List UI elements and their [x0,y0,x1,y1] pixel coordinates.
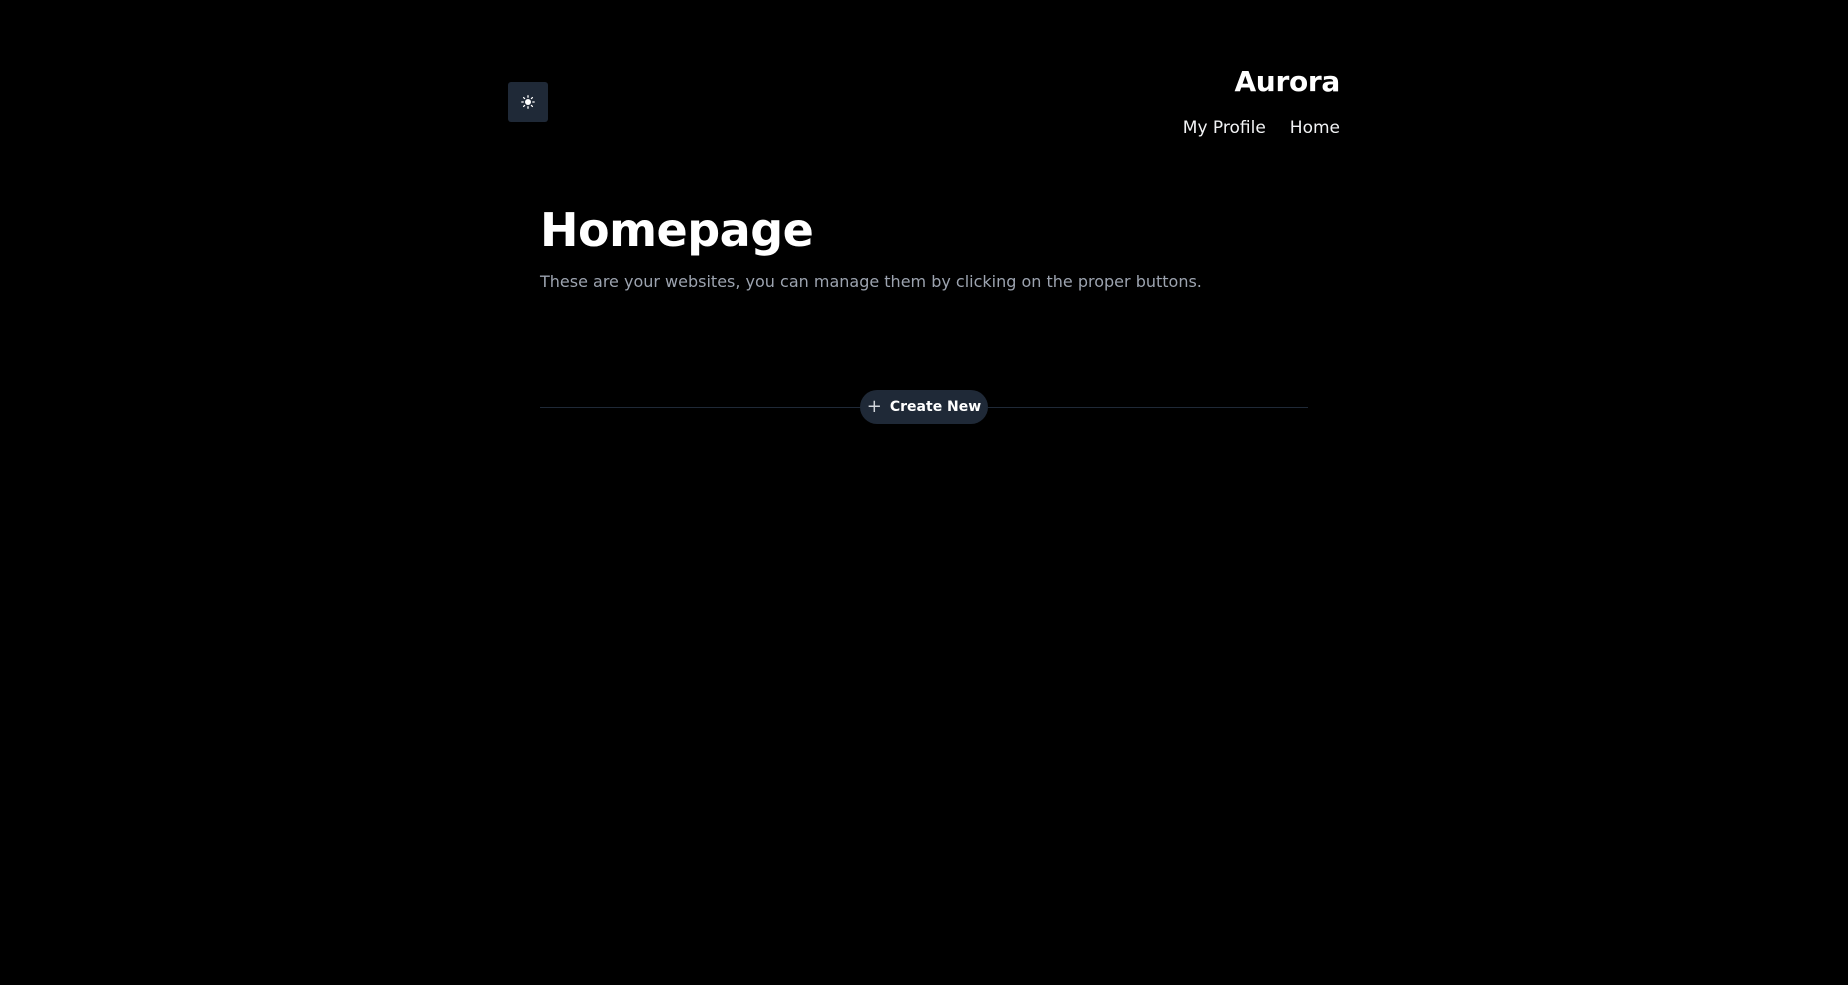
top-nav: My Profile Home [1183,116,1340,140]
page-title: Homepage [540,203,814,257]
page: Aurora My Profile Home Homepage These ar… [0,0,1848,985]
nav-link-home[interactable]: Home [1290,116,1340,140]
sun-icon [521,95,535,109]
brand-logo-text[interactable]: Aurora [1234,62,1340,102]
nav-link-my-profile[interactable]: My Profile [1183,116,1266,140]
page-subtitle: These are your websites, you can manage … [540,272,1202,291]
plus-icon: + [866,396,882,417]
theme-toggle-button[interactable] [508,82,548,122]
create-new-label: Create New [889,399,982,415]
create-new-button[interactable]: + Create New [860,390,988,424]
